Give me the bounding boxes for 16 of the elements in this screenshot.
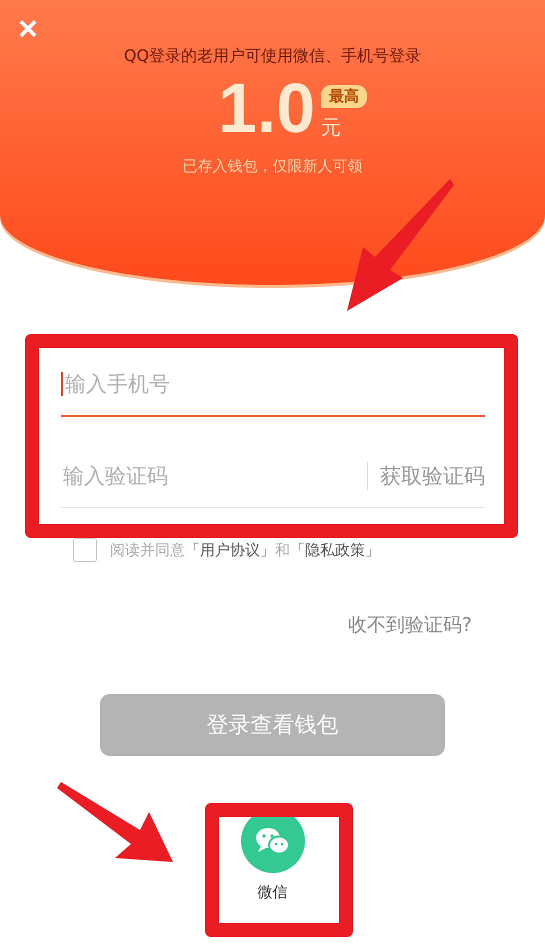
agreement-link[interactable]: 「用户协议」 (185, 540, 275, 558)
input-field[interactable]: 输入验证码 (61, 463, 367, 489)
get-code-button[interactable]: 获取验证码 (380, 462, 485, 490)
input-field[interactable]: 输入手机号 (63, 371, 485, 397)
wechat-label: 微信 (258, 883, 288, 902)
max-badge: 最高 (321, 85, 368, 108)
promo-note: 已存入钱包，仅限新人可领 (182, 157, 362, 176)
agreement-text: 阅读并同意「用户协议」和「隐私政策」 (110, 540, 380, 560)
reward-amount: 1.0 (218, 75, 316, 141)
no-code-link[interactable]: 收不到验证码? (348, 612, 472, 638)
close-button[interactable]: × (14, 12, 42, 46)
agreement-link[interactable]: 「隐私政策」 (290, 540, 380, 558)
promo-subtitle: QQ登录的老用户可使用微信、手机号登录 (124, 46, 422, 67)
agree-checkbox[interactable] (73, 538, 97, 562)
text-cursor (61, 372, 63, 396)
currency-unit: 元 (321, 114, 342, 141)
